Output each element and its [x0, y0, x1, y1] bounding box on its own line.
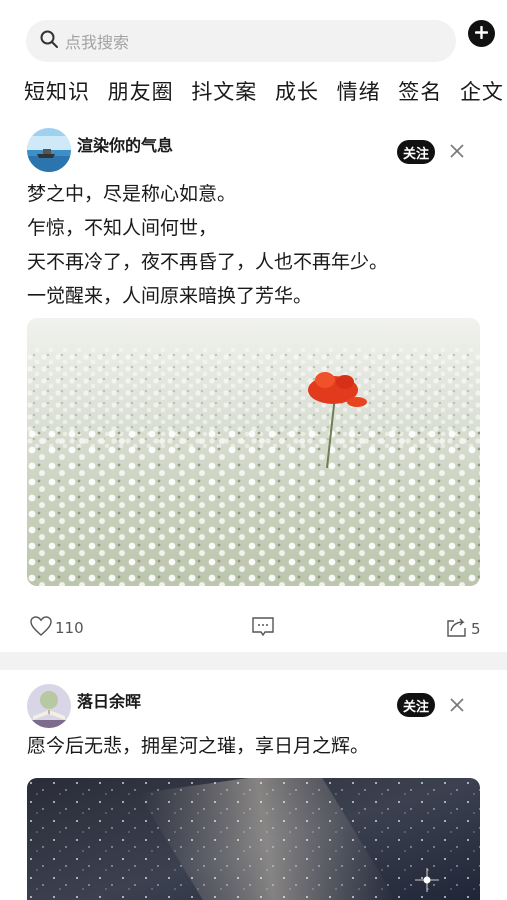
- category-tabs: 短知识 朋友圈 抖文案 成长 情绪 签名 企文: [24, 76, 504, 108]
- comment-icon[interactable]: [251, 615, 275, 639]
- post-image-flowers[interactable]: [27, 318, 480, 586]
- post-card: 落日余晖 关注 愿今后无悲，拥星河之璀，享日月之辉。: [0, 684, 507, 900]
- share-count: 5: [471, 620, 481, 638]
- post-line: 乍惊，不知人间何世，: [27, 217, 218, 239]
- tab-growth[interactable]: 成长: [275, 76, 319, 108]
- follow-button[interactable]: 关注: [397, 140, 435, 164]
- like-button[interactable]: 110: [29, 615, 84, 641]
- post-divider: [0, 652, 507, 670]
- post-line: 梦之中，尽是称心如意。: [27, 183, 237, 205]
- share-icon: [445, 615, 469, 643]
- post-line: 愿今后无悲，拥星河之璀，享日月之辉。: [27, 735, 370, 757]
- plus-icon: [474, 24, 489, 43]
- post-card: 渲染你的气息 关注 梦之中，尽是称心如意。 乍惊，不知人间何世， 天不再冷了，夜…: [0, 128, 507, 648]
- avatar[interactable]: [27, 684, 71, 728]
- search-row: 点我搜索: [0, 18, 507, 64]
- post-line: 天不再冷了，夜不再昏了，人也不再年少。: [27, 251, 389, 273]
- tab-short-knowledge[interactable]: 短知识: [24, 76, 90, 108]
- post-text: 愿今后无悲，拥星河之璀，享日月之辉。: [0, 729, 507, 763]
- close-icon[interactable]: [448, 142, 466, 160]
- post-header: 渲染你的气息 关注: [0, 128, 507, 174]
- author-name[interactable]: 落日余晖: [77, 688, 141, 712]
- close-icon[interactable]: [448, 696, 466, 714]
- follow-button[interactable]: 关注: [397, 693, 435, 717]
- like-count: 110: [55, 619, 84, 637]
- tab-enterprise[interactable]: 企文: [460, 76, 504, 108]
- tab-douyin-copy[interactable]: 抖文案: [191, 76, 257, 108]
- post-line: 一觉醒来，人间原来暗换了芳华。: [27, 285, 313, 307]
- share-button[interactable]: 5: [445, 615, 481, 643]
- tab-signature[interactable]: 签名: [398, 76, 442, 108]
- search-placeholder: 点我搜索: [65, 33, 130, 52]
- tab-emotion[interactable]: 情绪: [337, 76, 381, 108]
- avatar[interactable]: [27, 128, 71, 172]
- add-button[interactable]: [468, 20, 495, 47]
- post-actions: 110 5: [0, 612, 507, 642]
- post-text: 梦之中，尽是称心如意。 乍惊，不知人间何世， 天不再冷了，夜不再昏了，人也不再年…: [0, 177, 507, 313]
- search-input[interactable]: 点我搜索: [26, 20, 456, 62]
- post-image-galaxy[interactable]: [27, 778, 480, 900]
- author-name[interactable]: 渲染你的气息: [77, 132, 173, 156]
- search-icon: [39, 29, 59, 53]
- heart-icon: [29, 615, 53, 641]
- post-header: 落日余晖 关注: [0, 684, 507, 730]
- tab-moments[interactable]: 朋友圈: [108, 76, 174, 108]
